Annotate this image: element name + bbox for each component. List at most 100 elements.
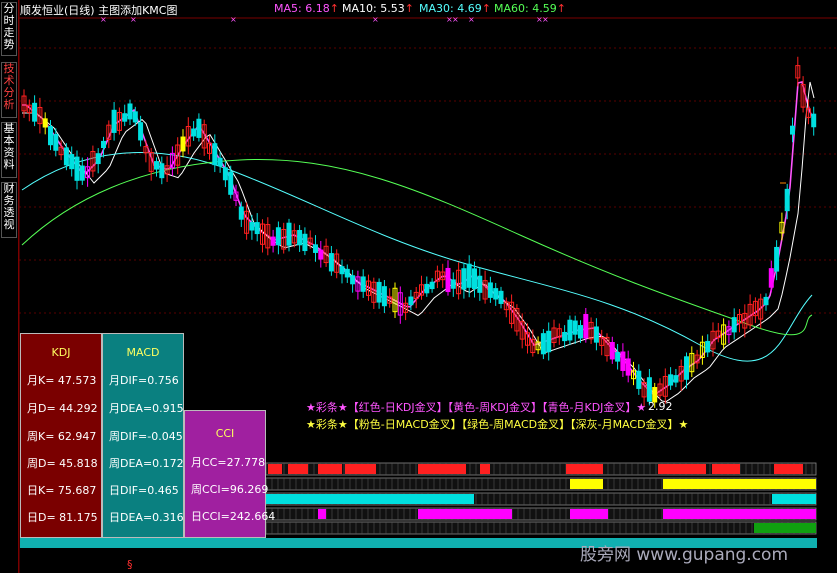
candle-body <box>636 370 642 389</box>
candle-body <box>222 167 228 181</box>
candle-body <box>238 206 244 220</box>
signal-strip <box>265 521 817 535</box>
candle-body <box>53 133 59 151</box>
ma60-readout: MA60: 4.59↑ <box>494 2 566 15</box>
kdj-row: 月D= 44.292 <box>27 402 98 415</box>
candle-body <box>217 157 223 167</box>
candle-body <box>350 275 356 285</box>
candle-body <box>302 233 308 252</box>
candle-body <box>127 103 133 120</box>
candle-body <box>79 165 85 181</box>
candle-body <box>583 313 589 339</box>
candle-body <box>318 249 324 260</box>
signal-segment <box>774 464 803 474</box>
candle-body <box>487 282 493 298</box>
candle-body <box>646 377 652 402</box>
candle-body <box>673 375 679 383</box>
candle-body <box>811 113 817 128</box>
macd-row: 周DIF=-0.045 <box>109 430 183 443</box>
cross-marker: × <box>372 15 379 24</box>
candle-body <box>790 125 795 135</box>
candle-body <box>360 276 366 292</box>
candle-body <box>546 330 552 353</box>
signal-segment <box>658 464 706 474</box>
candle-body <box>461 268 467 290</box>
candle-body <box>572 320 578 335</box>
up-arrow-icon: ↑ <box>329 2 339 15</box>
candle-body <box>297 229 303 246</box>
candle-body <box>32 102 38 122</box>
kdj-row: 周D= 45.818 <box>27 457 98 470</box>
candle-body <box>684 356 689 380</box>
candle-body <box>429 281 435 290</box>
candle-body <box>562 331 568 342</box>
candle-body <box>212 143 218 166</box>
candle-body <box>249 221 255 231</box>
candle-body <box>270 236 276 246</box>
candle-body <box>578 325 583 339</box>
candle-body <box>625 358 631 376</box>
candle-body <box>328 253 334 272</box>
macd-title: MACD <box>126 346 160 359</box>
candle-body <box>472 268 477 290</box>
candle-body <box>63 147 69 166</box>
cci-row: 月CC=27.778 <box>191 456 266 469</box>
site-watermark: 股旁网 www.gupang.com <box>580 545 789 565</box>
cci-title: CCI <box>215 427 235 440</box>
cross-marker: × <box>542 15 549 24</box>
legend-macd: ★彩条★【粉色-日MACD金叉】【绿色-周MACD金叉】【深灰-月MACD金叉】… <box>306 418 689 431</box>
ma60-line <box>21 159 813 336</box>
legend-kdj: ★彩条★【红色-日KDJ金叉】【黄色-周KDJ金叉】【青色-月KDJ金叉】★ <box>306 401 647 414</box>
candle-body <box>668 374 674 386</box>
macd-row: 月DIF=0.756 <box>109 374 179 387</box>
macd-row: 周DEA=0.172 <box>109 457 184 470</box>
candle-body <box>493 288 499 300</box>
cross-marker: × <box>468 15 475 24</box>
ma30-readout: MA30: 4.69↑ <box>419 2 491 15</box>
candle-body <box>95 153 101 165</box>
ma5-readout: MA5: 6.18↑ <box>274 2 339 15</box>
candle-body <box>69 154 75 170</box>
kdj-title: KDJ <box>51 346 71 359</box>
kdj-row: 日D= 81.175 <box>27 511 98 524</box>
candle-body <box>763 296 769 306</box>
candle-body <box>313 244 318 253</box>
macd-row: 日DEA=0.316 <box>109 511 184 524</box>
signal-segment <box>570 479 603 489</box>
candle-body <box>275 227 281 246</box>
candle-body <box>339 266 345 275</box>
candle-body <box>111 109 117 133</box>
signal-segment <box>566 464 603 474</box>
candle-body <box>445 267 451 293</box>
signal-segment <box>570 509 608 519</box>
candle-body <box>450 279 456 289</box>
ma60-label: MA60: 4.59 <box>494 2 557 15</box>
kdj-row: 月K= 47.573 <box>27 374 97 387</box>
candle-body <box>593 326 599 343</box>
ma30-label: MA30: 4.69 <box>419 2 482 15</box>
candle-body <box>620 351 626 371</box>
candle-body <box>180 136 186 152</box>
signal-segment <box>268 464 282 474</box>
candle-body <box>498 290 504 304</box>
candle-body <box>424 283 430 294</box>
low-price-marker: 2.92 <box>648 400 673 413</box>
candle-body <box>774 246 780 272</box>
signal-segment <box>663 509 816 519</box>
candle-body <box>477 275 483 293</box>
candle-body <box>48 126 53 146</box>
candle-body <box>159 163 165 179</box>
signal-segment <box>418 464 466 474</box>
candle-body <box>254 222 260 235</box>
up-arrow-icon: ↑ <box>481 2 491 15</box>
kdj-row: 日K= 75.687 <box>27 484 97 497</box>
candle-body <box>42 118 48 128</box>
signal-segment <box>318 464 342 474</box>
signal-segment <box>480 464 490 474</box>
candle-body <box>228 171 234 195</box>
macd-row: 日DIF=0.465 <box>109 484 179 497</box>
candle-body <box>540 333 546 355</box>
candle-body <box>132 111 138 123</box>
signal-segment <box>266 494 474 504</box>
cross-marker: × <box>230 15 237 24</box>
